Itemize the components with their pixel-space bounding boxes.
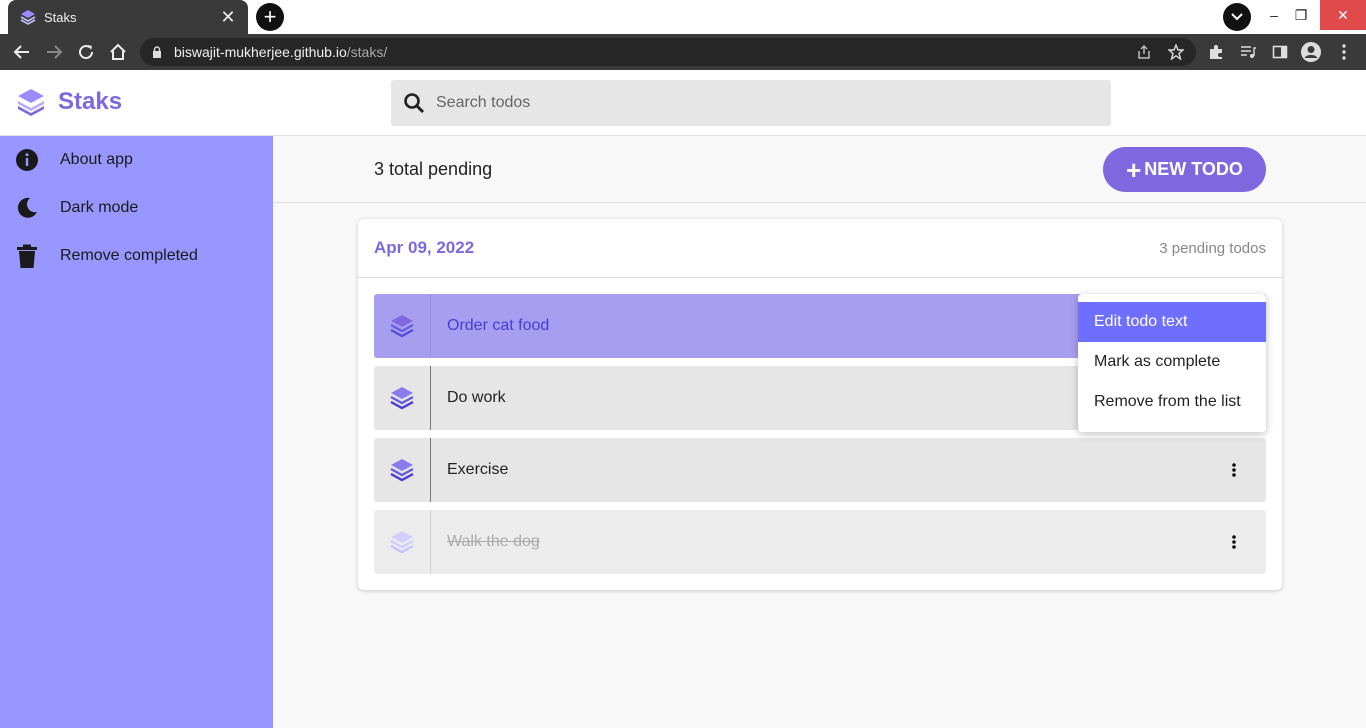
tab-title: Staks bbox=[44, 9, 77, 25]
todo-text: Exercise bbox=[447, 461, 509, 478]
sidebar-item-label: Remove completed bbox=[60, 247, 198, 264]
plus-icon: + bbox=[1126, 154, 1142, 185]
todo-item[interactable]: Exercise bbox=[374, 438, 1266, 502]
forward-icon[interactable] bbox=[43, 41, 65, 63]
todo-text: Walk the dog bbox=[447, 533, 540, 550]
extensions-icon[interactable] bbox=[1205, 41, 1227, 63]
browser-toolbar: biswajit-mukherjee.github.io/staks/ bbox=[0, 34, 1366, 70]
sidebar-item-label: Dark mode bbox=[60, 199, 139, 216]
stack-icon bbox=[374, 366, 431, 430]
todo-item-completed[interactable]: Walk the dog bbox=[374, 510, 1266, 574]
address-bar[interactable]: biswajit-mukherjee.github.io/staks/ bbox=[140, 38, 1196, 66]
new-todo-label: NEW TODO bbox=[1144, 159, 1243, 179]
sidebar-item-dark-mode[interactable]: Dark mode bbox=[0, 184, 273, 232]
more-menu-icon[interactable] bbox=[1333, 41, 1355, 63]
app-header: Staks bbox=[0, 70, 1366, 136]
info-icon bbox=[15, 148, 39, 172]
tab-close-icon[interactable]: ✕ bbox=[220, 8, 236, 26]
todo-context-menu: Edit todo text Mark as complete Remove f… bbox=[1078, 294, 1266, 432]
summary-bar: 3 total pending + NEW TODO bbox=[273, 136, 1366, 203]
close-window-button[interactable]: ✕ bbox=[1320, 0, 1366, 30]
brand[interactable]: Staks bbox=[16, 87, 122, 117]
new-todo-button[interactable]: + NEW TODO bbox=[1103, 147, 1266, 192]
new-tab-button[interactable]: + bbox=[256, 3, 284, 31]
group-date: Apr 09, 2022 bbox=[374, 238, 475, 257]
back-icon[interactable] bbox=[11, 41, 33, 63]
sidebar: About app Dark mode Remove completed bbox=[0, 136, 273, 728]
menu-item-edit-text[interactable]: Edit todo text bbox=[1078, 302, 1266, 342]
profile-avatar-icon[interactable] bbox=[1300, 41, 1322, 63]
sidebar-item-remove-completed[interactable]: Remove completed bbox=[0, 232, 273, 280]
media-control-icon[interactable] bbox=[1237, 41, 1259, 63]
search-input[interactable] bbox=[436, 94, 1076, 112]
search-box[interactable] bbox=[391, 80, 1111, 126]
lock-icon bbox=[153, 46, 161, 58]
bookmark-star-icon[interactable] bbox=[1165, 41, 1187, 63]
tab-search-button[interactable] bbox=[1223, 3, 1251, 31]
trash-icon bbox=[15, 244, 39, 268]
reload-icon[interactable] bbox=[75, 41, 97, 63]
home-icon[interactable] bbox=[107, 41, 129, 63]
todo-group-header: Apr 09, 2022 3 pending todos bbox=[358, 219, 1282, 278]
chevron-down-icon bbox=[1231, 13, 1243, 21]
menu-item-remove[interactable]: Remove from the list bbox=[1078, 382, 1266, 422]
url-text: biswajit-mukherjee.github.io/staks/ bbox=[174, 44, 388, 60]
more-vert-icon[interactable] bbox=[1202, 438, 1266, 502]
sidebar-item-about[interactable]: About app bbox=[0, 136, 273, 184]
search-icon bbox=[404, 93, 425, 114]
share-icon[interactable] bbox=[1133, 41, 1155, 63]
stack-icon bbox=[374, 294, 431, 358]
stack-icon bbox=[374, 438, 431, 502]
group-pending-count: 3 pending todos bbox=[1159, 240, 1266, 257]
total-pending-text: 3 total pending bbox=[374, 159, 493, 179]
maximize-button[interactable]: ❐ bbox=[1278, 0, 1324, 30]
more-vert-icon[interactable] bbox=[1202, 510, 1266, 574]
stack-icon bbox=[374, 510, 431, 574]
browser-tab-bar: Staks ✕ + – ❐ ✕ bbox=[0, 0, 1366, 34]
brand-name: Staks bbox=[58, 88, 123, 115]
staks-favicon-icon bbox=[20, 10, 36, 25]
side-panel-icon[interactable] bbox=[1269, 41, 1291, 63]
browser-tab[interactable]: Staks ✕ bbox=[8, 0, 248, 34]
menu-item-mark-complete[interactable]: Mark as complete bbox=[1078, 342, 1266, 382]
sidebar-item-label: About app bbox=[60, 151, 133, 168]
moon-icon bbox=[15, 196, 39, 220]
staks-logo-icon bbox=[18, 89, 44, 116]
